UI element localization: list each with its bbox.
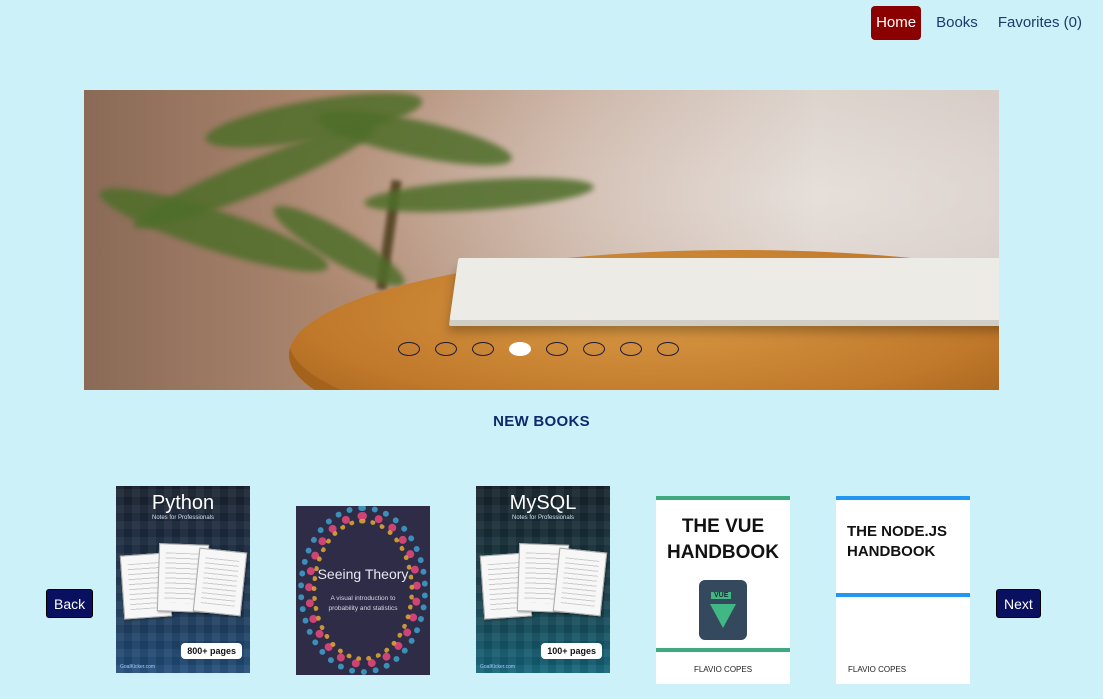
- page-count-badge: 100+ pages: [541, 643, 602, 659]
- hero-slider-image: [84, 90, 999, 390]
- book-cover-nodejs-handbook[interactable]: THE NODE.JS HANDBOOK FLAVIO COPES: [836, 496, 970, 684]
- dot-ring-decoration: [312, 519, 414, 661]
- slider-dot-active[interactable]: [509, 342, 531, 356]
- cover-title: Python: [151, 492, 215, 514]
- back-button[interactable]: Back: [46, 589, 94, 618]
- nav-favorites[interactable]: Favorites (0): [993, 6, 1087, 40]
- page-illustration: [192, 547, 248, 617]
- cover-title: THE VUE HANDBOOK: [667, 516, 779, 563]
- top-nav: Home Books Favorites (0): [871, 6, 1087, 40]
- slider-dot[interactable]: [657, 342, 679, 356]
- cover-accent-bar: [836, 496, 970, 500]
- slider-dot[interactable]: [546, 342, 568, 356]
- page-illustration: [552, 547, 608, 617]
- book-cover-vue-handbook[interactable]: THE VUE HANDBOOK VUE FLAVIO COPES: [656, 496, 790, 684]
- slider-dot[interactable]: [620, 342, 642, 356]
- nav-home[interactable]: Home: [871, 6, 922, 40]
- cover-title: THE NODE.JS HANDBOOK: [847, 523, 948, 560]
- vue-logo-icon: VUE: [699, 580, 747, 640]
- book-cover-mysql[interactable]: MySQL Notes for Professionals 100+ pages…: [476, 486, 610, 673]
- slider-dot[interactable]: [583, 342, 605, 356]
- slider-dot[interactable]: [435, 342, 457, 356]
- logo-text: VUE: [711, 592, 732, 599]
- cover-title: Seeing Theory: [317, 566, 409, 582]
- cover-subtitle: Notes for Professionals: [151, 515, 215, 521]
- cover-accent-bar: [656, 648, 790, 652]
- slider-dots: [398, 342, 679, 356]
- cover-accent-bar: [656, 496, 790, 500]
- page-count-badge: 800+ pages: [181, 643, 242, 659]
- white-book: [449, 258, 999, 320]
- cover-subtitle: Notes for Professionals: [511, 515, 575, 521]
- cover-footer: GoalKicker.com: [120, 664, 156, 670]
- book-cover-seeing-theory[interactable]: Seeing Theory A visual introduction to p…: [296, 506, 430, 675]
- cover-accent-bar: [836, 593, 970, 597]
- slider-dot[interactable]: [398, 342, 420, 356]
- cover-author: FLAVIO COPES: [693, 665, 753, 674]
- nav-books[interactable]: Books: [931, 6, 983, 40]
- cover-author: FLAVIO COPES: [848, 665, 907, 674]
- cover-footer: GoalKicker.com: [480, 664, 516, 670]
- slider-dot[interactable]: [472, 342, 494, 356]
- cover-title: MySQL: [509, 492, 577, 514]
- next-button[interactable]: Next: [996, 589, 1041, 618]
- cover-subtitle: A visual introduction to probability and…: [328, 595, 398, 612]
- vue-chevron-icon: [710, 604, 736, 628]
- section-title: NEW BOOKS: [493, 413, 590, 430]
- book-cover-python[interactable]: Python Notes for Professionals 800+ page…: [116, 486, 250, 673]
